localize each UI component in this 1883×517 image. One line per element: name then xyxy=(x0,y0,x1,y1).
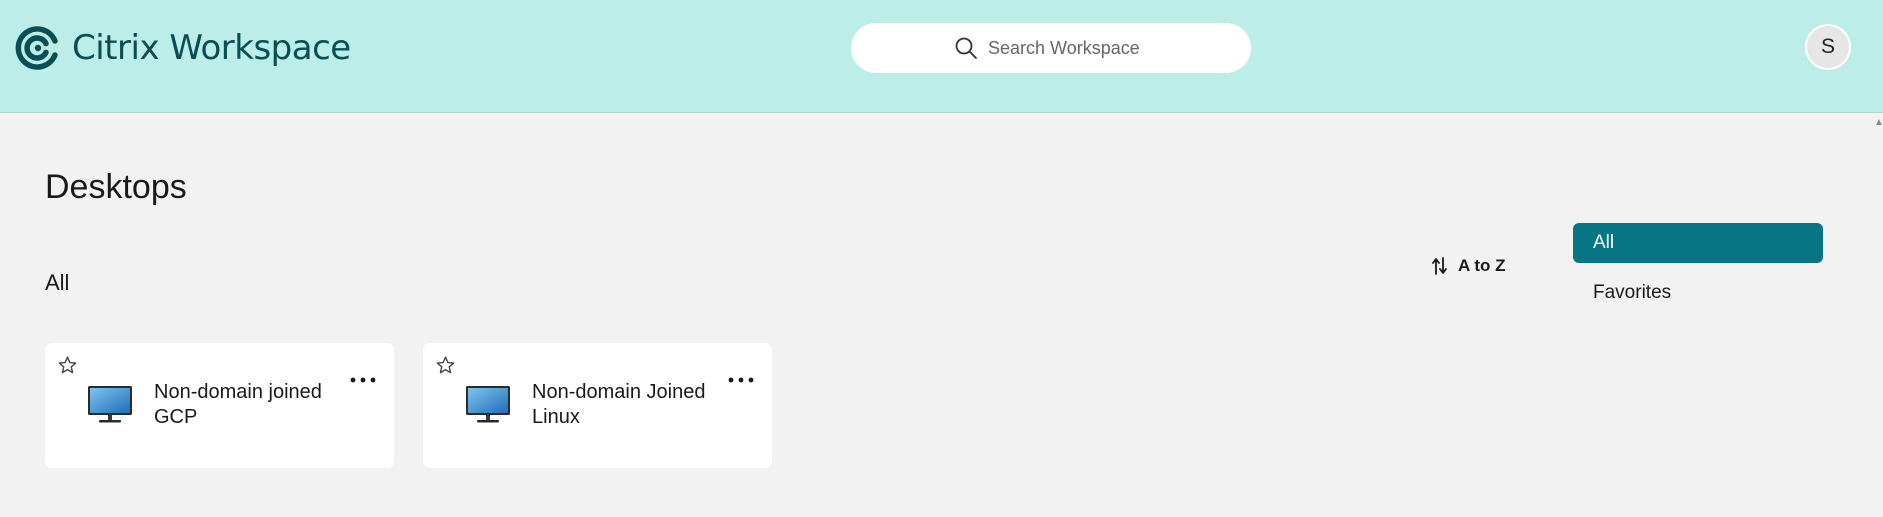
user-avatar[interactable]: S xyxy=(1805,24,1851,70)
top-header: Citrix Workspace S xyxy=(0,0,1883,113)
citrix-logo-icon xyxy=(15,26,58,70)
sort-button[interactable]: A to Z xyxy=(1432,256,1506,276)
scroll-up-icon[interactable]: ▲ xyxy=(1874,118,1883,128)
more-options-icon[interactable] xyxy=(726,373,756,387)
search-input[interactable] xyxy=(988,37,1148,59)
filter-list: All Favorites xyxy=(1573,223,1823,323)
desktop-monitor-icon xyxy=(88,386,132,423)
desktop-card[interactable]: Non-domain Joined Linux xyxy=(423,343,772,468)
favorite-star-icon[interactable] xyxy=(57,355,78,376)
filter-favorites[interactable]: Favorites xyxy=(1573,273,1823,313)
page-title: Desktops xyxy=(45,168,187,206)
sort-arrows-icon xyxy=(1432,257,1447,275)
favorite-star-icon[interactable] xyxy=(435,355,456,376)
more-options-icon[interactable] xyxy=(348,373,378,387)
search-bar[interactable] xyxy=(851,23,1251,73)
desktop-monitor-icon xyxy=(466,386,510,423)
desktop-card[interactable]: Non-domain joined GCP xyxy=(45,343,394,468)
section-label: All xyxy=(45,270,70,295)
citrix-workspace-logo[interactable]: Citrix Workspace xyxy=(14,24,351,72)
filter-all[interactable]: All xyxy=(1573,223,1823,263)
search-icon xyxy=(955,37,977,59)
desktop-name[interactable]: Non-domain joined GCP xyxy=(154,380,344,430)
sort-label: A to Z xyxy=(1458,256,1506,275)
logo-text: Citrix Workspace xyxy=(72,28,351,68)
desktop-name[interactable]: Non-domain Joined Linux xyxy=(532,380,722,430)
